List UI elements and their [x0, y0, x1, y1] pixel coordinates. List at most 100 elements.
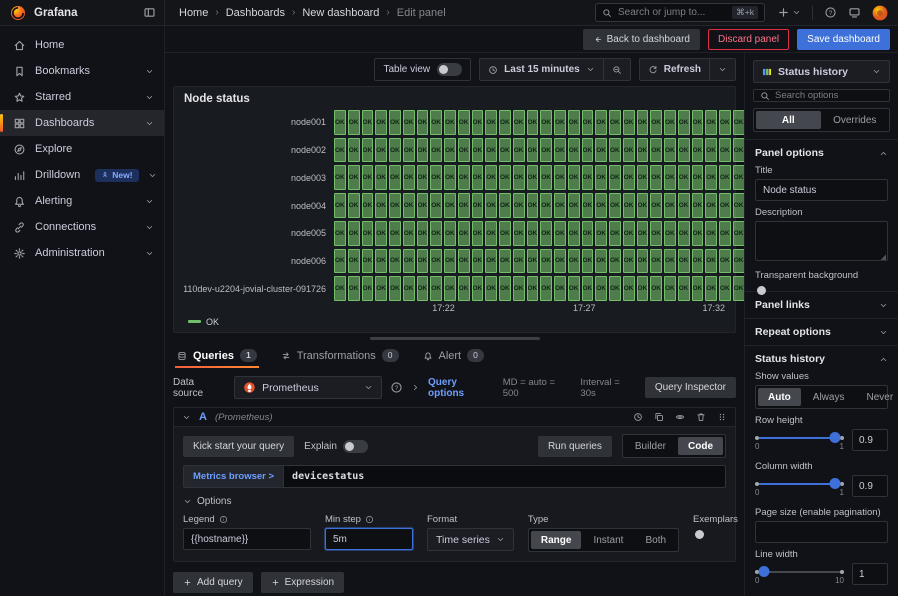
format-value: Time series — [436, 534, 490, 546]
search-bar[interactable]: ⌘+k — [595, 3, 765, 22]
slider-value-input[interactable] — [852, 429, 888, 451]
panel-links-header[interactable]: Panel links — [755, 299, 888, 311]
panel-options-section: Panel options Title Description ◢ Transp… — [745, 140, 898, 292]
delete-query-icon[interactable] — [696, 412, 706, 422]
sidebar-item-bookmarks[interactable]: Bookmarks — [0, 58, 164, 84]
table-view-switch[interactable] — [437, 63, 462, 76]
legend-input[interactable] — [183, 528, 311, 550]
slider-value-input[interactable] — [852, 563, 888, 585]
option-never[interactable]: Never — [856, 388, 898, 406]
add-new-button[interactable] — [777, 6, 801, 19]
save-dashboard-button[interactable]: Save dashboard — [797, 29, 890, 50]
status-cell: OK — [595, 249, 607, 274]
help-icon[interactable]: ? — [824, 6, 837, 19]
chevron-down-icon — [183, 497, 192, 506]
sidebar-item-drilldown[interactable]: DrilldownNew! — [0, 162, 164, 188]
panel-title-input[interactable] — [755, 179, 888, 201]
breadcrumb-home[interactable]: Home — [179, 7, 208, 19]
query-history-icon[interactable] — [633, 412, 643, 422]
search-input[interactable] — [618, 7, 726, 18]
add-query-button[interactable]: Add query — [173, 572, 253, 593]
chart-row-cells: OKOKOKOKOKOKOKOKOKOKOKOKOKOKOKOKOKOKOKOK… — [334, 193, 745, 218]
arrow-left-icon — [593, 35, 602, 44]
chart-legend[interactable]: OK — [184, 314, 725, 329]
datasource-picker[interactable]: Prometheus — [234, 376, 382, 399]
pane-resizer — [173, 333, 736, 344]
status-cell: OK — [499, 221, 511, 246]
status-cell: OK — [485, 165, 497, 190]
status-cell: OK — [348, 221, 360, 246]
option-both[interactable]: Both — [635, 531, 676, 549]
status-history-header[interactable]: Status history — [755, 353, 888, 365]
sidebar-item-dashboards[interactable]: Dashboards — [0, 110, 164, 136]
panel-options-title: Panel options — [755, 147, 824, 159]
exemplars-label: Exemplars — [693, 514, 738, 525]
tab-alert[interactable]: Alert0 — [421, 344, 486, 368]
sidebar-item-home[interactable]: Home — [0, 32, 164, 58]
page-size-input[interactable] — [755, 521, 888, 543]
toggle-query-visibility-icon[interactable] — [675, 412, 685, 422]
breadcrumb-new-dashboard[interactable]: New dashboard — [302, 7, 379, 19]
slider-track[interactable]: 01 — [755, 429, 844, 455]
explain-switch[interactable] — [343, 440, 368, 453]
sidebar-item-explore[interactable]: Explore — [0, 136, 164, 162]
refresh-interval-dropdown[interactable] — [709, 59, 735, 80]
query-options-link[interactable]: Query options — [428, 377, 495, 399]
drilldown-icon — [13, 169, 26, 182]
query-inspector-button[interactable]: Query Inspector — [645, 377, 736, 398]
sidebar-item-administration[interactable]: Administration — [0, 240, 164, 266]
mega-menu-toggle-icon[interactable] — [143, 6, 156, 19]
back-to-dashboard-button[interactable]: Back to dashboard — [583, 29, 700, 50]
time-range-picker[interactable]: Last 15 minutes — [480, 59, 603, 80]
option-always[interactable]: Always — [803, 388, 855, 406]
run-queries-button[interactable]: Run queries — [538, 436, 612, 457]
tab-transformations[interactable]: Transformations0 — [279, 344, 401, 368]
format-select[interactable]: Time series — [427, 528, 514, 551]
slider-value-input[interactable] — [852, 475, 888, 497]
breadcrumb-dashboards[interactable]: Dashboards — [226, 7, 285, 19]
status-cell: OK — [458, 165, 470, 190]
options-search-input[interactable] — [775, 90, 883, 101]
status-cell: OK — [623, 110, 635, 135]
status-cell: OK — [375, 221, 387, 246]
option-overrides[interactable]: Overrides — [823, 111, 888, 129]
option-builder[interactable]: Builder — [625, 437, 676, 455]
tab-queries[interactable]: Queries1 — [175, 344, 259, 368]
zoom-out-button[interactable] — [603, 59, 630, 80]
resize-handle[interactable] — [370, 337, 540, 340]
repeat-options-header[interactable]: Repeat options — [755, 326, 888, 338]
option-range[interactable]: Range — [531, 531, 582, 549]
metrics-browser-button[interactable]: Metrics browser > — [183, 465, 283, 488]
add-expression-button[interactable]: Expression — [261, 572, 344, 593]
refresh-button[interactable]: Refresh — [640, 59, 709, 80]
collapse-query-icon[interactable] — [182, 413, 191, 422]
sidebar-item-connections[interactable]: Connections — [0, 214, 164, 240]
datasource-help-icon[interactable]: ? — [390, 381, 403, 394]
option-code[interactable]: Code — [678, 437, 723, 455]
status-cell: OK — [623, 249, 635, 274]
min-step-input[interactable] — [325, 528, 413, 550]
panel-options-pane: Status history AllOverrides Panel option — [744, 53, 898, 596]
kick-start-query-button[interactable]: Kick start your query — [183, 436, 294, 457]
slider-track[interactable]: 01 — [755, 475, 844, 501]
sidebar-item-starred[interactable]: Starred — [0, 84, 164, 110]
query-expression-input[interactable] — [283, 465, 726, 488]
sidebar-item-alerting[interactable]: Alerting — [0, 188, 164, 214]
drag-handle-icon[interactable] — [717, 412, 727, 422]
options-search[interactable] — [753, 89, 890, 102]
visualization-picker-row: Status history — [745, 53, 898, 87]
status-cell: OK — [458, 138, 470, 163]
panel-options-header[interactable]: Panel options — [755, 147, 888, 159]
query-options-collapse[interactable]: Options — [183, 496, 726, 507]
option-auto[interactable]: Auto — [758, 388, 801, 406]
option-all[interactable]: All — [756, 111, 821, 129]
avatar[interactable] — [872, 5, 888, 21]
description-textarea[interactable] — [755, 221, 888, 261]
duplicate-query-icon[interactable] — [654, 412, 664, 422]
slider-track[interactable]: 010 — [755, 563, 844, 589]
visualization-picker[interactable]: Status history — [753, 60, 890, 83]
news-icon[interactable] — [848, 6, 861, 19]
option-instant[interactable]: Instant — [583, 531, 633, 549]
chart-row-cells: OKOKOKOKOKOKOKOKOKOKOKOKOKOKOKOKOKOKOKOK… — [334, 110, 745, 135]
discard-panel-button[interactable]: Discard panel — [708, 29, 789, 50]
